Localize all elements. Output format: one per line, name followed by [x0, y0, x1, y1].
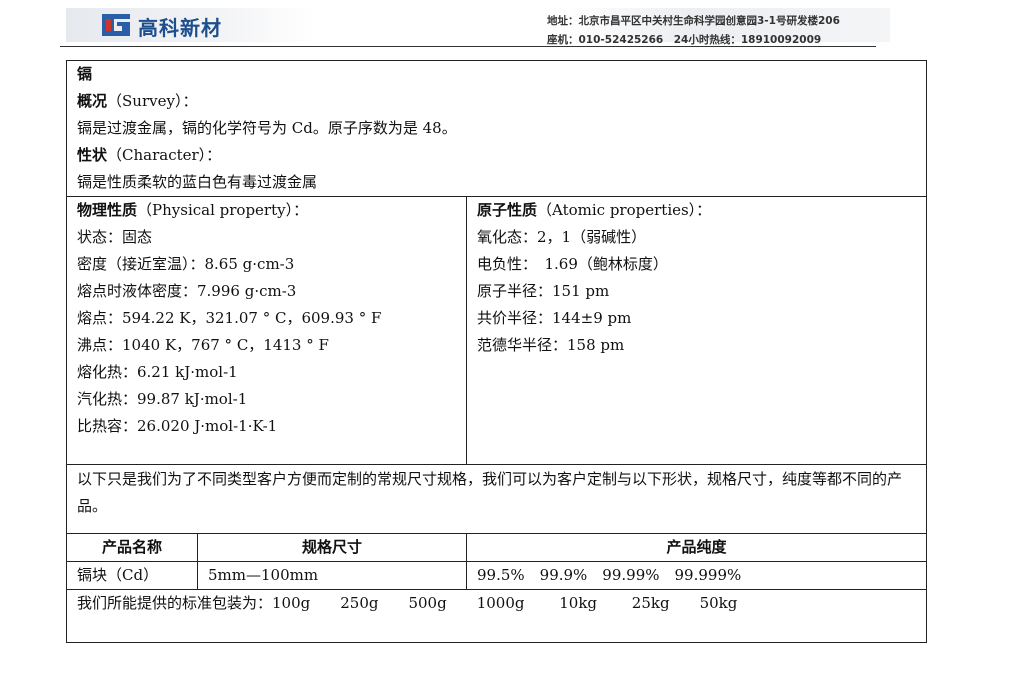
character-title: 性状（Character）：	[77, 142, 916, 169]
product-size: 5mm—100mm	[197, 561, 467, 590]
atomic-heading-en: （Atomic properties）：	[537, 201, 712, 219]
physical-row: 比热容：26.020 J·mol-1·K-1	[77, 417, 278, 435]
custom-note: 以下只是我们为了不同类型客户方便而定制的常规尺寸规格，我们可以为客户定制与以下形…	[77, 470, 903, 515]
atomic-row: 共价半径：144±9 pm	[477, 309, 632, 327]
phones: 座机：010-52425266 24小时热线：18910092009	[547, 34, 822, 46]
atomic-heading: 原子性质	[477, 201, 538, 219]
physical-row: 沸点：1040 K，767 ° C，1413 ° F	[77, 336, 329, 354]
product-sheet: 镉 概况（Survey）： 镉是过渡金属，镉的化学符号为 Cd。原子序数为是 4…	[65, 60, 928, 643]
company-name: 高科新材	[138, 16, 222, 40]
atomic-row: 原子半径：151 pm	[477, 282, 610, 300]
col-header-purity: 产品纯度	[465, 533, 928, 562]
col-header-size: 规格尺寸	[197, 533, 467, 562]
element-name: 镉	[77, 65, 93, 83]
physical-row: 汽化热：99.87 kJ·mol-1	[77, 390, 248, 408]
physical-properties: 物理性质（Physical property）： 状态：固态 密度（接近室温）：…	[66, 196, 467, 465]
character-text: 镉是性质柔软的蓝白色有毒过渡金属	[77, 173, 318, 191]
atomic-title: 原子性质（Atomic properties）：	[477, 197, 916, 224]
physical-heading-en: （Physical property）：	[137, 201, 309, 219]
physical-heading: 物理性质	[77, 201, 138, 219]
packaging-section: 我们所能提供的标准包装为：100g 250g 500g 1000g 10kg 2…	[65, 589, 928, 643]
properties-section: 物理性质（Physical property）： 状态：固态 密度（接近室温）：…	[66, 196, 928, 465]
character-heading-en: （Character）：	[107, 146, 222, 164]
survey-heading-en: （Survey）：	[107, 92, 198, 110]
physical-row: 熔点：594.22 K，321.07 ° C，609.93 ° F	[77, 309, 382, 327]
atomic-row: 范德华半径：158 pm	[477, 336, 625, 354]
physical-row: 熔化热：6.21 kJ·mol-1	[77, 363, 238, 381]
letterhead: 高科新材 地址：北京市昌平区中关村生命科学园创意园3-1号研发楼206 座机：0…	[0, 0, 1026, 50]
company-logo-icon	[102, 14, 130, 36]
address: 地址：北京市昌平区中关村生命科学园创意园3-1号研发楼206	[547, 15, 840, 27]
atomic-properties: 原子性质（Atomic properties）： 氧化态：2，1（弱碱性） 电负…	[465, 196, 928, 465]
survey-text: 镉是过渡金属，镉的化学符号为 Cd。原子序数为是 48。	[77, 119, 457, 137]
contact-info: 地址：北京市昌平区中关村生命科学园创意园3-1号研发楼206 座机：010-52…	[547, 12, 840, 50]
atomic-row: 氧化态：2，1（弱碱性）	[477, 228, 647, 246]
survey-heading: 概况	[77, 92, 108, 110]
physical-row: 熔点时液体密度：7.996 g·cm-3	[77, 282, 297, 300]
character-heading: 性状	[77, 146, 108, 164]
packaging-text: 我们所能提供的标准包装为：100g 250g 500g 1000g 10kg 2…	[77, 594, 738, 612]
overview-section: 镉 概况（Survey）： 镉是过渡金属，镉的化学符号为 Cd。原子序数为是 4…	[65, 60, 928, 197]
note-section: 以下只是我们为了不同类型客户方便而定制的常规尺寸规格，我们可以为客户定制与以下形…	[65, 464, 928, 534]
col-header-name: 产品名称	[66, 533, 198, 562]
product-header-row: 产品名称 规格尺寸 产品纯度	[66, 533, 928, 562]
physical-row: 密度（接近室温）：8.65 g·cm-3	[77, 255, 295, 273]
product-purity: 99.5% 99.9% 99.99% 99.999%	[465, 561, 928, 590]
product-name: 镉块（Cd）	[66, 561, 198, 590]
product-row: 镉块（Cd） 5mm—100mm 99.5% 99.9% 99.99% 99.9…	[66, 561, 928, 590]
header-divider	[60, 46, 876, 47]
physical-title: 物理性质（Physical property）：	[77, 197, 456, 224]
survey-title: 概况（Survey）：	[77, 88, 916, 115]
atomic-row: 电负性： 1.69（鲍林标度）	[477, 255, 668, 273]
physical-row: 状态：固态	[77, 228, 153, 246]
